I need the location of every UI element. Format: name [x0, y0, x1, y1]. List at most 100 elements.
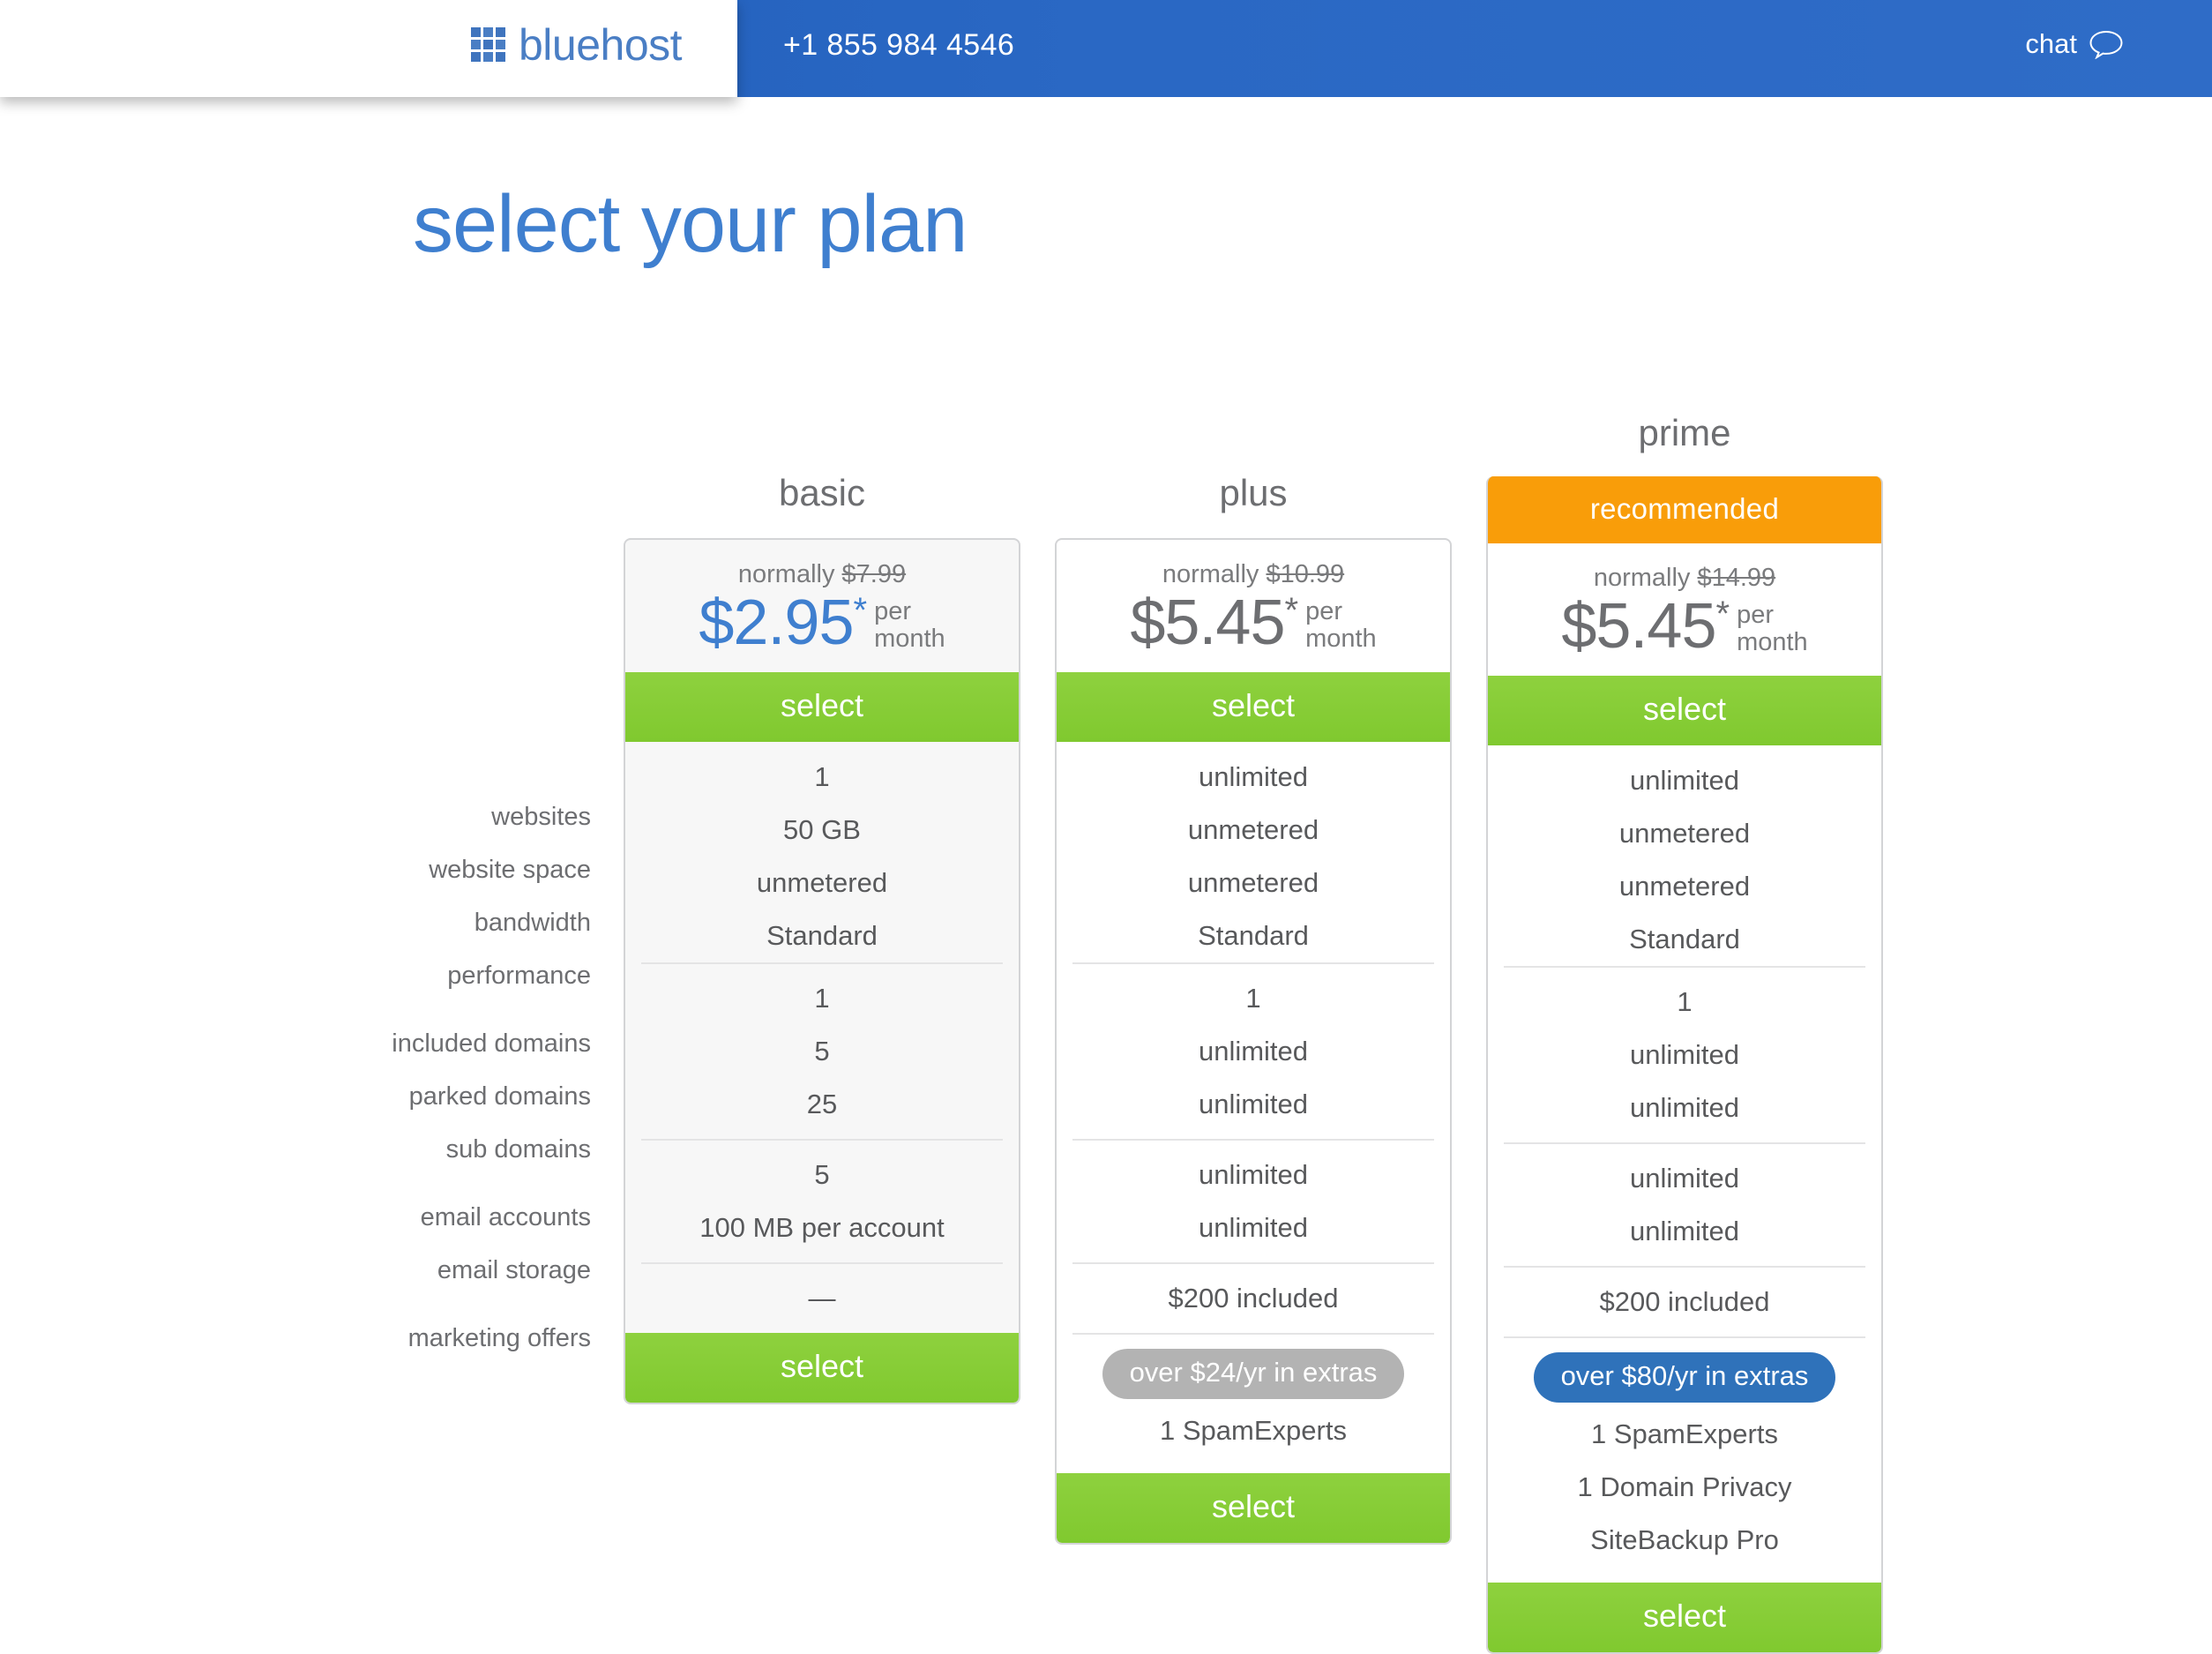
recommended-badge-prime: recommended [1488, 476, 1881, 543]
normally-label: normally [1593, 564, 1691, 592]
price-value: $5.45 [1561, 590, 1716, 662]
value-bandwidth: unmetered [1618, 871, 1751, 902]
price-value: $2.95 [699, 587, 854, 658]
feature-label-group-3: email accounts email storage [335, 1191, 591, 1297]
per-label: per [874, 596, 911, 625]
value-email-accounts: unlimited [1198, 1159, 1309, 1191]
value-website-space: unmetered [1618, 818, 1751, 849]
feature-label-websites: websites [491, 803, 591, 831]
current-price-basic: $2.95* [699, 590, 868, 655]
price-asterisk: * [1715, 594, 1730, 633]
value-sub-domains: unlimited [1198, 1089, 1309, 1120]
feature-label-website-space: website space [429, 856, 591, 884]
extras-section-prime: over $80/yr in extras 1 SpamExperts 1 Do… [1504, 1336, 1865, 1583]
feature-label-email-accounts: email accounts [420, 1203, 591, 1231]
original-price: $10.99 [1266, 560, 1345, 588]
grid-squares-icon [471, 27, 506, 63]
select-button-basic-bottom[interactable]: select [625, 1333, 1019, 1403]
value-sub-domains: 25 [806, 1089, 838, 1120]
price-value: $5.45 [1130, 587, 1285, 658]
select-button-plus-top[interactable]: select [1057, 672, 1450, 743]
plan-name-basic: basic [778, 472, 866, 513]
value-website-space: 50 GB [783, 814, 861, 846]
per-month-prime: per month [1737, 600, 1808, 656]
feature-label-bandwidth: bandwidth [474, 909, 591, 937]
feature-values-plus-group-1: unlimited unmetered unmetered Standard [1057, 742, 1450, 962]
normally-label: normally [737, 560, 835, 588]
price-asterisk: * [1284, 590, 1299, 630]
select-button-prime-top[interactable]: select [1488, 676, 1881, 746]
plan-comparison: websites website space bandwidth perform… [0, 0, 2212, 1654]
feature-label-sub-domains: sub domains [445, 1135, 591, 1164]
value-email-storage: unlimited [1629, 1216, 1740, 1247]
logo-wordmark: bluehost [519, 20, 683, 70]
feature-values-prime-group-3: unlimited unlimited [1504, 1142, 1865, 1266]
normally-price-prime: normally $14.99 [1488, 564, 1881, 593]
feature-label-parked-domains: parked domains [408, 1082, 591, 1111]
value-email-storage: unlimited [1198, 1212, 1309, 1244]
current-price-row-basic: $2.95* per month [625, 590, 1019, 655]
extras-badge-prime: over $80/yr in extras [1534, 1352, 1835, 1403]
current-price-plus: $5.45* [1130, 590, 1299, 655]
value-included-domains: 1 [1245, 983, 1261, 1014]
select-button-basic-top[interactable]: select [625, 672, 1019, 743]
select-button-prime-bottom[interactable]: select [1488, 1583, 1881, 1653]
value-email-accounts: unlimited [1629, 1163, 1740, 1194]
month-label: month [874, 624, 945, 653]
extras-item-spamexperts: 1 SpamExperts [1160, 1415, 1347, 1447]
current-price-row-prime: $5.45* per month [1488, 594, 1881, 658]
value-bandwidth: unmetered [756, 867, 888, 899]
value-bandwidth: unmetered [1187, 867, 1319, 899]
current-price-row-plus: $5.45* per month [1057, 590, 1450, 655]
feature-label-marketing-offers: marketing offers [407, 1324, 591, 1352]
value-email-storage: 100 MB per account [699, 1212, 945, 1244]
original-price: $7.99 [841, 560, 907, 588]
feature-label-performance: performance [447, 962, 591, 990]
feature-label-email-storage: email storage [437, 1256, 591, 1284]
per-label: per [1305, 596, 1342, 625]
value-included-domains: 1 [1677, 986, 1693, 1018]
value-email-accounts: 5 [814, 1159, 830, 1191]
value-parked-domains: unlimited [1629, 1039, 1740, 1071]
price-block-prime: normally $14.99 $5.45* per month [1488, 543, 1881, 676]
feature-label-column: websites website space bandwidth perform… [335, 790, 591, 1380]
value-websites: unlimited [1198, 761, 1309, 793]
value-parked-domains: 5 [814, 1036, 830, 1067]
normally-label: normally [1162, 560, 1259, 588]
value-parked-domains: unlimited [1198, 1036, 1309, 1067]
select-button-plus-bottom[interactable]: select [1057, 1473, 1450, 1544]
per-label: per [1737, 600, 1774, 629]
speech-bubble-icon [2089, 29, 2124, 59]
plan-card-prime: recommended normally $14.99 $5.45* per m… [1486, 476, 1883, 1654]
feature-label-included-domains: included domains [392, 1029, 591, 1058]
extras-item-spamexperts: 1 SpamExperts [1591, 1418, 1778, 1450]
feature-label-group-2: included domains parked domains sub doma… [335, 1017, 591, 1176]
extras-item-sitebackup-pro: SiteBackup Pro [1590, 1524, 1779, 1556]
feature-values-basic-group-1: 1 50 GB unmetered Standard [625, 742, 1019, 962]
value-websites: 1 [814, 761, 830, 793]
month-label: month [1305, 624, 1377, 653]
extras-item-domain-privacy: 1 Domain Privacy [1577, 1471, 1792, 1503]
chat-button[interactable]: chat [2025, 28, 2124, 60]
feature-values-prime-group-1: unlimited unmetered unmetered Standard [1488, 745, 1881, 966]
feature-values-plus-group-3: unlimited unlimited [1072, 1139, 1434, 1262]
feature-label-group-4: marketing offers [335, 1312, 591, 1365]
per-month-basic: per month [874, 596, 945, 653]
value-marketing-offers: $200 included [1599, 1286, 1770, 1318]
value-performance: Standard [766, 920, 878, 952]
value-sub-domains: unlimited [1629, 1092, 1740, 1124]
price-block-basic: normally $7.99 $2.95* per month [625, 540, 1019, 672]
feature-values-prime-group-2: 1 unlimited unlimited [1504, 966, 1865, 1142]
bluehost-logo[interactable]: bluehost [471, 20, 683, 70]
extras-section-plus: over $24/yr in extras 1 SpamExperts [1072, 1333, 1434, 1473]
header-phone-number[interactable]: +1 855 984 4546 [783, 28, 1014, 63]
feature-values-basic-group-2: 1 5 25 [641, 962, 1003, 1139]
value-included-domains: 1 [814, 983, 830, 1014]
original-price: $14.99 [1697, 564, 1776, 592]
feature-values-plus-group-2: 1 unlimited unlimited [1072, 962, 1434, 1139]
current-price-prime: $5.45* [1561, 594, 1730, 658]
month-label: month [1737, 627, 1808, 656]
price-asterisk: * [853, 590, 868, 630]
feature-values-basic-group-4: — [641, 1262, 1003, 1333]
value-performance: Standard [1198, 920, 1309, 952]
